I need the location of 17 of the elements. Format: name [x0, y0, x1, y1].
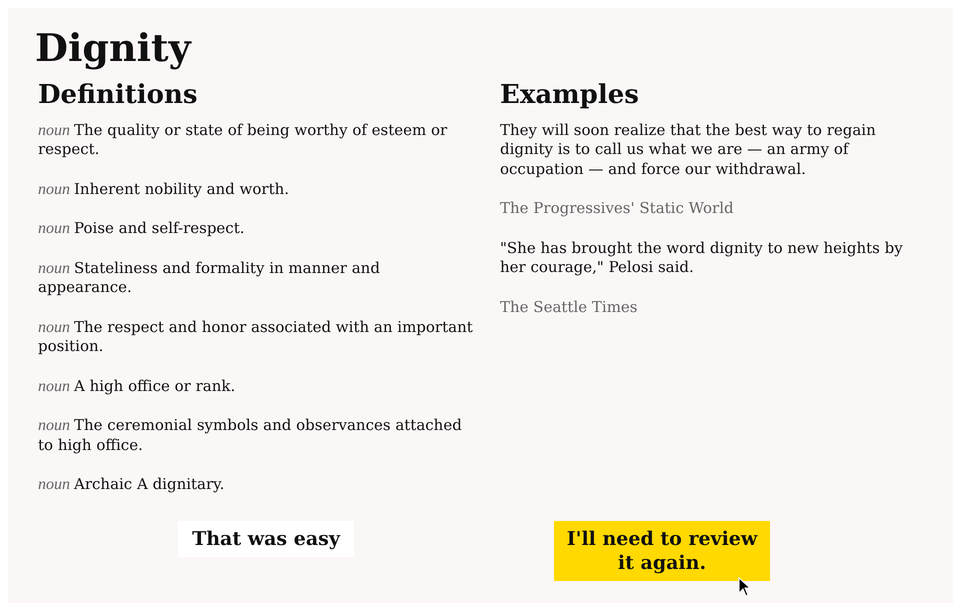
- example-quote: They will soon realize that the best way to regain dignity is to call us what we are — an army of occupation — and force our withdrawal.: [500, 120, 877, 180]
- definition: noun The ceremonial symbols and observances attached to high office.: [38, 416, 463, 456]
- word-title: Dignity: [35, 26, 193, 70]
- example-source: The Progressives' Static World: [500, 199, 735, 219]
- definition: noun A high office or rank.: [38, 376, 236, 396]
- definition: noun Poise and self-respect.: [38, 219, 246, 239]
- example-quote: "She has brought the word dignity to new heights by her courage," Pelosi said.: [500, 238, 904, 278]
- definition: noun The respect and honor associated with an important position.: [38, 318, 474, 357]
- definition: noun Inherent nobility and worth.: [38, 180, 290, 200]
- cursor-icon: [738, 576, 752, 597]
- definition: noun The quality or state of being worthy of esteem or respect.: [38, 120, 448, 160]
- answer-button[interactable]: That was easy: [178, 520, 354, 557]
- definition: noun Archaic A dignitary.: [38, 475, 226, 495]
- example-source: The Seattle Times: [500, 298, 639, 318]
- definitions-heading: Definitions: [38, 80, 199, 111]
- definition: noun Stateliness and formality in manner and appearance.: [38, 258, 381, 298]
- examples-heading: Examples: [500, 80, 640, 111]
